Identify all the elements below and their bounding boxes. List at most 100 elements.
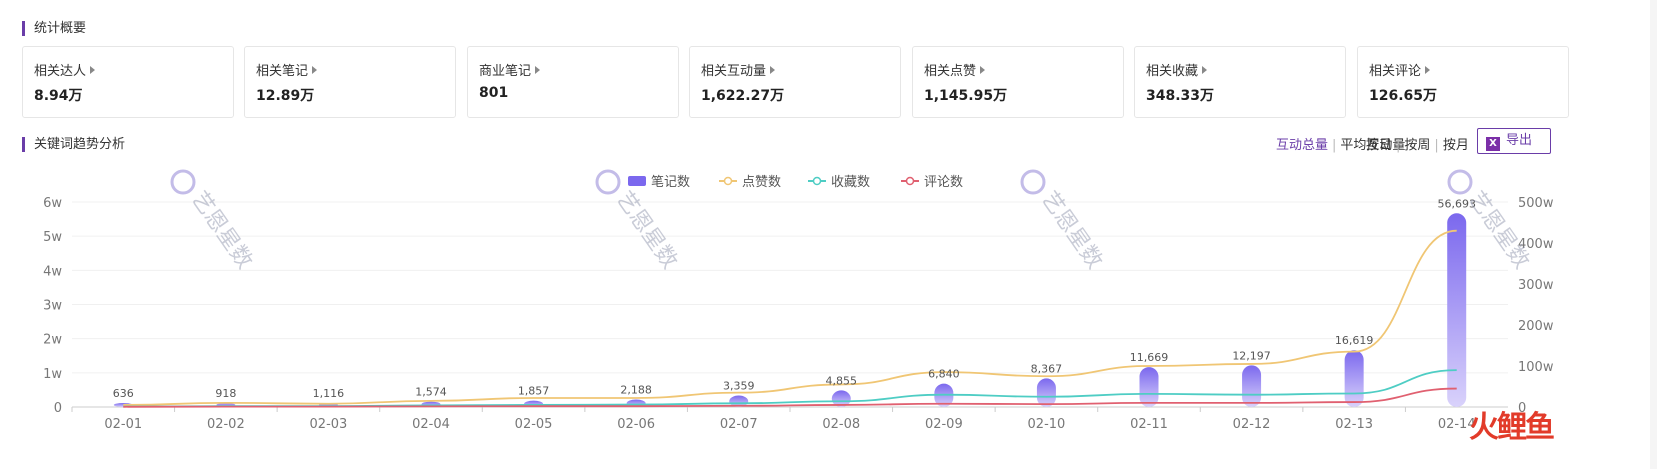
- legend-label[interactable]: 评论数: [924, 175, 963, 190]
- card-likes[interactable]: 相关点赞 1,145.95万: [912, 46, 1124, 118]
- right-axis-tick: 100w: [1518, 360, 1554, 375]
- x-axis-tick: 02-03: [310, 417, 348, 432]
- legend-marker: [812, 176, 822, 186]
- card-collects[interactable]: 相关收藏 348.33万: [1134, 46, 1346, 118]
- card-value: 1,622.27万: [701, 88, 785, 104]
- metric-option-total[interactable]: 互动总量: [1276, 138, 1328, 153]
- period-option-day[interactable]: 按日: [1366, 138, 1392, 153]
- caret-right-icon: [980, 66, 986, 74]
- watermark: 艺恩星数: [1020, 169, 1107, 274]
- period-option-week[interactable]: 按周: [1404, 138, 1430, 153]
- divider: |: [1434, 138, 1439, 153]
- card-comments[interactable]: 相关评论 126.65万: [1357, 46, 1569, 118]
- legend-label[interactable]: 笔记数: [651, 174, 690, 190]
- bar-value-label: 1,857: [518, 385, 550, 398]
- export-button[interactable]: X 导出: [1477, 128, 1551, 154]
- x-axis-tick: 02-13: [1335, 417, 1373, 432]
- bar-value-label: 918: [215, 387, 236, 400]
- corner-logo: 火鲤鱼: [1469, 402, 1565, 445]
- overview-cards: 相关达人 8.94万 相关笔记 12.89万 商业笔记 801 相关互动量 1,…: [22, 46, 1657, 118]
- right-axis-tick: 500w: [1518, 196, 1554, 211]
- bar-value-label: 11,669: [1130, 351, 1169, 364]
- card-value: 801: [479, 85, 509, 101]
- right-axis-tick: 300w: [1518, 278, 1554, 293]
- logo-text: 火鲤鱼: [1469, 410, 1555, 445]
- legend-bar-swatch: [628, 176, 646, 186]
- right-axis-tick: 200w: [1518, 319, 1554, 334]
- bar[interactable]: [1139, 367, 1159, 407]
- legend[interactable]: 笔记数 点赞数 收藏数 评论数: [628, 174, 963, 190]
- left-axis-tick: 3w: [43, 299, 62, 314]
- left-axis-tick: 2w: [43, 333, 62, 348]
- legend-marker: [723, 176, 733, 186]
- left-axis-tick: 4w: [43, 264, 62, 279]
- bar-value-label: 636: [113, 387, 134, 400]
- card-value: 1,145.95万: [924, 88, 1008, 104]
- watermark-text: 艺恩星数: [1036, 187, 1107, 273]
- watermark-text: 艺恩星数: [186, 187, 257, 273]
- bar[interactable]: [1036, 378, 1056, 407]
- card-interactions[interactable]: 相关互动量 1,622.27万: [689, 46, 901, 118]
- period-option-month[interactable]: 按月: [1443, 138, 1469, 153]
- watermark-logo-icon: [1447, 169, 1473, 195]
- watermark-logo-icon: [170, 169, 196, 195]
- x-axis-tick: 02-11: [1130, 417, 1168, 432]
- grid: [72, 201, 1508, 408]
- left-axis-tick: 6w: [43, 196, 62, 211]
- legend-label[interactable]: 点赞数: [742, 175, 781, 190]
- bar-value-label: 8,367: [1031, 362, 1063, 375]
- legend-label[interactable]: 收藏数: [831, 175, 870, 190]
- watermark-logo-icon: [595, 169, 621, 195]
- caret-right-icon: [535, 66, 541, 74]
- card-label: 商业笔记: [479, 64, 532, 79]
- divider: |: [1396, 138, 1401, 153]
- bar[interactable]: [1344, 350, 1364, 407]
- card-commercial-notes[interactable]: 商业笔记 801: [467, 46, 679, 118]
- period-toggle: 按日 | 按周 | 按月: [1366, 134, 1469, 153]
- watermark: 艺恩星数: [170, 169, 257, 274]
- bar-value-label: 2,188: [620, 384, 652, 397]
- x-axis-tick: 02-01: [104, 417, 142, 432]
- legend-marker: [905, 176, 915, 186]
- trend-chart: 01w2w3w4w5w6w0100w200w300w400w500w02-01 0…: [43, 169, 1554, 432]
- watermark-logo-icon: [1020, 169, 1046, 195]
- left-axis-tick: 1w: [43, 367, 62, 382]
- section-title-overview: 统计概要: [22, 21, 86, 36]
- caret-right-icon: [90, 66, 96, 74]
- section-title-trend: 关键词趋势分析: [22, 137, 125, 152]
- watermark-text: 艺恩星数: [611, 187, 682, 273]
- axes: 01w2w3w4w5w6w0100w200w300w400w500w02-01 0…: [43, 196, 1554, 432]
- bar[interactable]: [1447, 213, 1467, 407]
- excel-icon: X: [1486, 137, 1500, 151]
- card-value: 126.65万: [1369, 88, 1438, 104]
- export-label: 导出: [1506, 133, 1533, 148]
- card-label: 相关收藏: [1146, 64, 1199, 79]
- bar-value-label: 12,197: [1232, 349, 1271, 362]
- x-axis-tick: 02-06: [617, 417, 655, 432]
- caret-right-icon: [770, 66, 776, 74]
- card-related-notes[interactable]: 相关笔记 12.89万: [244, 46, 456, 118]
- card-related-creators[interactable]: 相关达人 8.94万: [22, 46, 234, 118]
- x-axis-tick: 02-07: [720, 417, 758, 432]
- x-axis-tick: 02-09: [925, 417, 963, 432]
- bar-value-label: 1,574: [415, 386, 447, 399]
- caret-right-icon: [1425, 66, 1431, 74]
- card-label: 相关达人: [34, 64, 87, 79]
- divider: |: [1332, 138, 1337, 153]
- left-axis-tick: 5w: [43, 230, 62, 245]
- bar-value-label: 1,116: [313, 387, 345, 400]
- left-axis-tick: 0: [54, 401, 62, 416]
- bar-value-label: 3,359: [723, 380, 755, 393]
- bar[interactable]: [1242, 365, 1262, 407]
- card-value: 12.89万: [256, 88, 315, 104]
- card-label: 相关评论: [1369, 64, 1422, 79]
- scrollbar[interactable]: [1650, 0, 1657, 469]
- card-value: 348.33万: [1146, 88, 1215, 104]
- bar-value-label: 16,619: [1335, 334, 1374, 347]
- x-axis-tick: 02-08: [822, 417, 860, 432]
- card-label: 相关互动量: [701, 64, 767, 79]
- x-axis-tick: 02-12: [1233, 417, 1271, 432]
- bar-value-label: 4,855: [826, 374, 858, 387]
- x-axis-tick: 02-04: [412, 417, 450, 432]
- x-axis-tick: 02-05: [515, 417, 553, 432]
